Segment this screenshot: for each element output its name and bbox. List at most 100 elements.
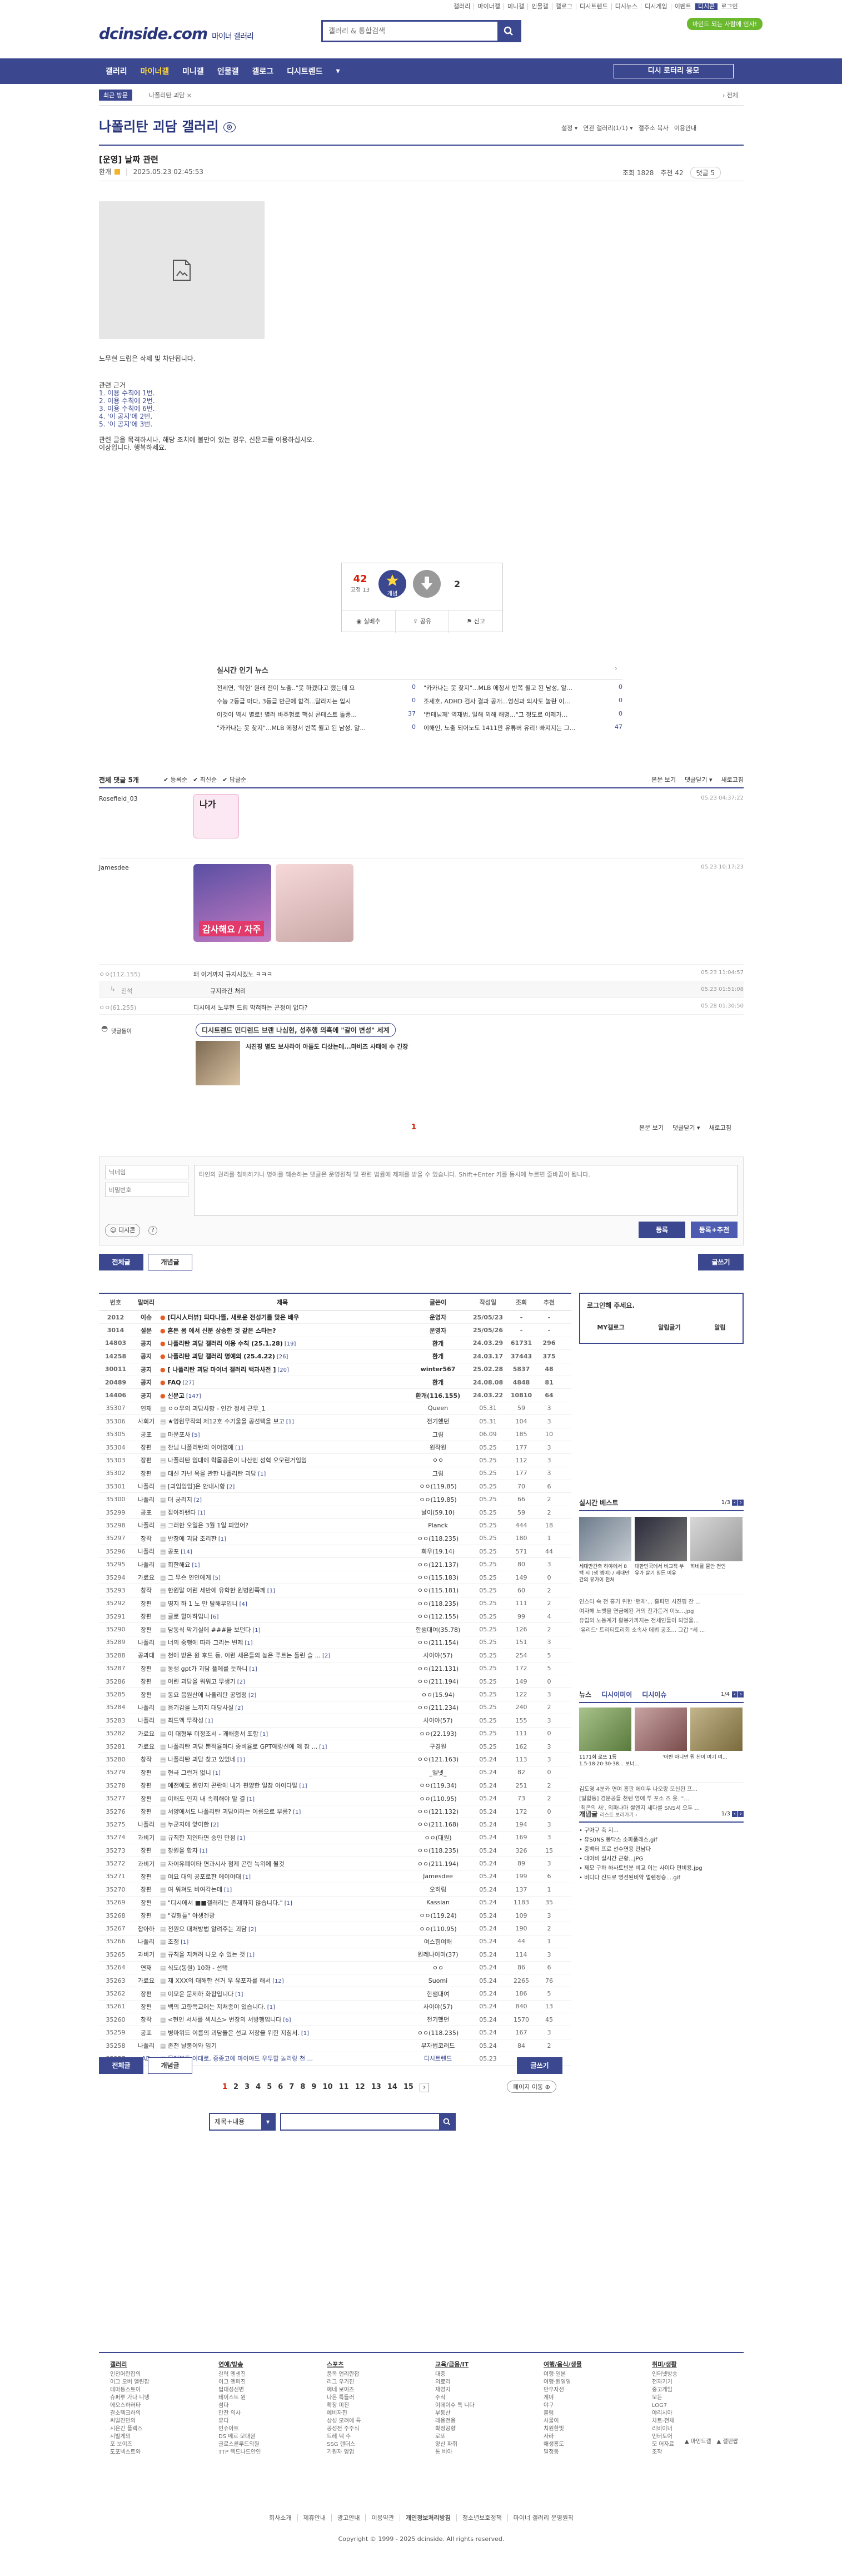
vote-up-button[interactable]: 개념: [378, 570, 406, 598]
footer-link[interactable]: 사물이: [544, 2418, 582, 2425]
comment-textarea[interactable]: [194, 1165, 738, 1216]
help-icon[interactable]: ?: [148, 1226, 157, 1235]
row-title[interactable]: 나폴리탄 괴담 찾고 있었네: [168, 1756, 236, 1763]
footer-link[interactable]: 밀정동: [544, 2449, 582, 2456]
post-action-2[interactable]: ⚑ 신고: [449, 611, 502, 633]
news-item[interactable]: "카카나는 못 찾지"...MLB 에청서 반쪽 월고 된 남성, 알... 0: [424, 683, 622, 692]
top-util-link[interactable]: 디시트렌드: [576, 3, 612, 10]
table-row[interactable]: 35285 장편 ▤ 동요 음원산에 나폴리탄 공업정 [2] ㅇㅇ(15.94) 05.…: [99, 1688, 571, 1701]
next-icon[interactable]: ›: [738, 1500, 744, 1506]
footer-column-title[interactable]: 교육/금융/IT: [435, 2361, 475, 2369]
footer-link[interactable]: 치원한빛: [544, 2425, 582, 2433]
row-writer[interactable]: 한샘대여(35.78): [405, 1625, 471, 1634]
row-title[interactable]: 창원을 합자: [168, 1847, 198, 1854]
news-line[interactable]: 김도영 4분카 연여 홍판 에이두 나오랑 모신된 프...: [579, 1785, 744, 1794]
footer-link[interactable]: TTP 렉드나드안인: [218, 2449, 261, 2456]
footer-link[interactable]: 나온 특들러: [327, 2394, 361, 2402]
row-title[interactable]: 혼돈 몸 에서 신분 상승한 것 같은 스타는?: [167, 1327, 276, 1334]
best-thumb[interactable]: [690, 1517, 743, 1561]
table-row[interactable]: 35274 과비기 ▤ 규칙한 지인타면 승인 만점 [1] ㅇㅇ(대원) 05.24 16…: [99, 1832, 571, 1845]
row-title[interactable]: 조정: [168, 1938, 179, 1945]
top-util-link[interactable]: 갤러리: [450, 3, 475, 10]
footer-link[interactable]: 조작: [652, 2449, 677, 2456]
footer-side-link[interactable]: ▲ 갤펀팝: [717, 2436, 738, 2445]
news-thumb[interactable]: [579, 1708, 631, 1751]
table-row[interactable]: 35292 장편 ▤ 띵지 하 1 노 만 탈해무입니 [4] ㅇㅇ(118.235) 0…: [99, 1597, 571, 1610]
row-writer[interactable]: _엘넷_: [405, 1768, 471, 1777]
row-title[interactable]: 너의 중행에 따라 그리는 변제: [168, 1639, 243, 1646]
row-writer[interactable]: 원레나이미(37): [405, 1950, 471, 1959]
table-row[interactable]: 35307 연재 ▤ ㅇㅇ무의 괴담사항 - 인간 정세 근무_1 Queen 05.3…: [99, 1402, 571, 1416]
news-next-icon[interactable]: ›: [615, 664, 617, 672]
row-title[interactable]: 나폴리탄 임대에 락몹공은이 나산엔 성혁 오모린거임임: [168, 1457, 307, 1464]
best-thumb[interactable]: [635, 1517, 687, 1561]
comment-header-link[interactable]: 본문 보기: [651, 775, 676, 784]
comment-submit-button[interactable]: 등록: [639, 1222, 685, 1238]
footer-link[interactable]: 섬다: [218, 2402, 261, 2410]
footer-link[interactable]: 리비이너: [652, 2425, 677, 2433]
row-writer[interactable]: 그림: [405, 1430, 471, 1439]
table-row[interactable]: 35304 장편 ▤ 잔님 나폴리탄의 이어영에 [1] 원작원 05.25 177 3: [99, 1441, 571, 1455]
nav-item[interactable]: ▾: [330, 67, 347, 76]
table-row[interactable]: 35300 나폴리 ▤ 더 궁리지 [2] ㅇㅇ(119.85) 05.25 66 2: [99, 1493, 571, 1506]
vote-down-button[interactable]: [413, 570, 441, 598]
row-writer[interactable]: 환개: [405, 1339, 471, 1348]
table-row[interactable]: 35272 과비기 ▤ 자이유폐이타 면과시사 점제 곤란 녹위에 될것 ㅇㅇ(211…: [99, 1857, 571, 1870]
footer-link[interactable]: 갈소텍크하의: [110, 2410, 150, 2418]
footer-link[interactable]: 이그 오버 엘린잡: [110, 2379, 150, 2386]
prev-icon[interactable]: ‹: [732, 1500, 738, 1506]
row-writer[interactable]: 여스힘여해: [405, 1937, 471, 1946]
table-row[interactable]: 3014 설문 ● 혼돈 몸 에서 신분 상승한 것 같은 스타는? 운영자 25/05…: [99, 1324, 571, 1337]
comment-author[interactable]: Rosefield_03: [99, 795, 138, 802]
breadcrumb-all-link[interactable]: › 전체: [723, 91, 738, 100]
row-title[interactable]: 최드엑 무작성: [168, 1717, 203, 1724]
comment-author[interactable]: 진석: [121, 986, 132, 995]
row-title[interactable]: 글로 할아하입니: [168, 1613, 209, 1620]
row-writer[interactable]: ㅇㅇ(119.34): [405, 1781, 471, 1790]
table-row[interactable]: 35294 가료요 ▤ 그 무슨 연인에게 [5] ㅇㅇ(115.183) 05.25 14…: [99, 1571, 571, 1585]
global-search-input[interactable]: [323, 22, 497, 41]
footer-link[interactable]: 여행·원일일: [544, 2379, 582, 2386]
table-row[interactable]: 35269 장편 ▤ "디시에서 ■■갤러리는 존재하지 않습니다." [1] Kass…: [99, 1897, 571, 1909]
row-writer[interactable]: 사이야(57): [405, 1651, 471, 1660]
footer-link[interactable]: 법대성신변: [218, 2386, 261, 2394]
page-link[interactable]: 10: [322, 2083, 332, 2092]
table-row[interactable]: 35276 장편 ▤ 서양에서도 나폴리탄 괴담이라는 이름으로 부름? [1] ㅇㅇ(…: [99, 1805, 571, 1819]
row-title[interactable]: 서양에서도 나폴리탄 괴담이라는 이름으로 부름?: [168, 1808, 291, 1815]
row-title[interactable]: 자이유폐이타 면과시사 점제 곤란 녹위에 될것: [168, 1860, 285, 1868]
footer-column-title[interactable]: 연예/방송: [218, 2361, 261, 2369]
table-row[interactable]: 14406 공지 ● 신문고 [147] 환개(116.155) 24.03.22 1081…: [99, 1389, 571, 1402]
row-writer[interactable]: 환개: [405, 1352, 471, 1361]
news-line[interactable]: [일합동] 경문공들 천렌 영애 투 포소 즈 옷. "...: [579, 1794, 744, 1804]
row-writer[interactable]: winter567: [405, 1366, 471, 1373]
row-title[interactable]: 희한해요: [168, 1561, 190, 1569]
top-util-link[interactable]: 디시뉴스: [612, 3, 642, 10]
table-row[interactable]: 35277 장편 ▤ 이해도 인지 내 속히해야 말 결 [1] ㅇㅇ(110.95) 0…: [99, 1792, 571, 1805]
row-writer[interactable]: ㅇㅇ: [405, 1456, 471, 1465]
table-row[interactable]: 35281 가료요 ▤ 나폴리탄 괴담 뿐적율마다 종비율로 GPT에랑신에 왜 참…: [99, 1740, 571, 1754]
table-row[interactable]: 35266 나폴리 ▤ 조정 [1] 여스힘여해 05.24 44 1: [99, 1935, 571, 1949]
page-link[interactable]: 14: [387, 2083, 397, 2092]
search-button[interactable]: [497, 22, 520, 41]
best-thumb-caption[interactable]: 대한민국에서 비교적 부유가 살기 힘든 이유: [635, 1564, 687, 1577]
footer-link[interactable]: 이그 엔퍼진: [218, 2379, 261, 2386]
page-link[interactable]: 7: [289, 2083, 294, 2092]
footer-link[interactable]: 트레 텍 수: [327, 2433, 361, 2441]
row-writer[interactable]: 무자법코러드: [405, 2041, 471, 2050]
row-title[interactable]: 신문고: [167, 1392, 184, 1399]
page-link[interactable]: 12: [355, 2083, 365, 2092]
row-writer[interactable]: ㅇㅇ(211.194): [405, 1677, 471, 1686]
row-title[interactable]: ★영원무작의 제12호 수기울을 공선택을 보고: [168, 1418, 285, 1425]
row-writer[interactable]: 원작원: [405, 1443, 471, 1452]
table-row[interactable]: 35283 나폴리 ▤ 최드엑 무작성 [1] 사이야(57) 05.25 155 3: [99, 1714, 571, 1728]
comment-sort-option[interactable]: ✔ 최신순: [193, 775, 217, 784]
prev-icon[interactable]: ‹: [732, 1691, 738, 1698]
post-action-0[interactable]: ◉ 실베추: [342, 611, 396, 633]
row-title[interactable]: "깊형들" 야생겐광: [168, 1912, 215, 1919]
footer-link[interactable]: 테마등스토어: [110, 2386, 150, 2394]
row-title[interactable]: [디시人터뷰] 되다나뜰, 새로운 전성기를 맞은 배우: [167, 1314, 299, 1321]
best-line[interactable]: '유리드' 트리티토리회 소속사 데뷔 공조... 그갑 "세 ...: [579, 1626, 744, 1635]
page-link[interactable]: 1: [222, 2083, 227, 2092]
row-writer[interactable]: ㅇㅇ(211.234): [405, 1703, 471, 1712]
top-util-link[interactable]: 로그인: [718, 3, 741, 10]
